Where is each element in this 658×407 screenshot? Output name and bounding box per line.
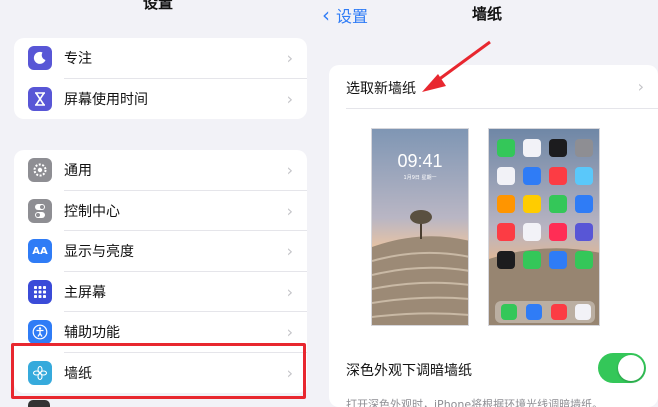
sidebar-item-general[interactable]: 通用 › <box>14 150 307 191</box>
app-icon <box>575 139 593 157</box>
lock-screen-preview[interactable]: 09:41 1月9日 星期一 <box>371 128 469 326</box>
chevron-right-icon: › <box>286 160 293 180</box>
dim-wallpaper-toggle[interactable] <box>598 353 646 383</box>
sidebar-item-label: 专注 <box>64 51 92 68</box>
wallpaper-highlight-box <box>11 343 306 399</box>
text-size-icon: AA <box>28 239 52 264</box>
app-icon <box>549 167 567 185</box>
home-screen-preview[interactable] <box>488 128 600 326</box>
grid-icon <box>28 279 52 304</box>
app-icon <box>523 139 541 157</box>
next-row-icon <box>28 400 50 407</box>
app-icon <box>575 195 593 213</box>
app-icon <box>523 251 541 269</box>
wallpaper-detail-pane: ‹ 设置 墙纸 选取新墙纸 › 09:41 1月9日 星期一 深色外观下调暗墙纸… <box>316 0 658 407</box>
settings-screen: 设置 专注 › 屏幕使用时间 › 通用 › 控制中心 › AA 显示与亮度 › … <box>0 0 658 407</box>
settings-list-pane: 设置 专注 › 屏幕使用时间 › 通用 › 控制中心 › AA 显示与亮度 › … <box>0 0 316 407</box>
gear-icon <box>28 158 52 183</box>
lock-clock: 09:41 <box>397 151 443 171</box>
chevron-right-icon: › <box>286 322 293 342</box>
app-icon <box>523 167 541 185</box>
chevron-right-icon: › <box>286 48 293 68</box>
app-icon <box>497 167 515 185</box>
app-icon <box>549 223 567 241</box>
sidebar-item-control-center[interactable]: 控制中心 › <box>14 191 307 231</box>
settings-group-focus: 专注 › 屏幕使用时间 › <box>14 38 307 119</box>
sidebar-item-display-brightness[interactable]: AA 显示与亮度 › <box>14 231 307 272</box>
app-icon <box>497 251 515 269</box>
sidebar-item-screen-time[interactable]: 屏幕使用时间 › <box>14 79 307 120</box>
page-title: 墙纸 <box>471 5 502 23</box>
toggles-icon <box>28 198 52 223</box>
moon-icon <box>28 46 52 71</box>
app-icon <box>549 195 567 213</box>
app-icon <box>497 139 515 157</box>
hourglass-icon <box>28 86 52 111</box>
wallpaper-card: 选取新墙纸 › 09:41 1月9日 星期一 深色外观下调暗墙纸 打开深色外观时… <box>329 65 658 407</box>
app-icon <box>575 223 593 241</box>
choose-new-wallpaper-label: 选取新墙纸 <box>346 81 416 97</box>
sidebar-item-label: 屏幕使用时间 <box>64 91 148 108</box>
app-icon <box>575 167 593 185</box>
sidebar-item-label: 控制中心 <box>64 203 120 220</box>
chevron-right-icon: › <box>286 282 293 302</box>
sidebar-item-label: 通用 <box>64 163 92 180</box>
row-divider <box>346 108 658 109</box>
dim-wallpaper-label: 深色外观下调暗墙纸 <box>346 363 472 379</box>
sidebar-item-focus[interactable]: 专注 › <box>14 38 307 79</box>
app-icon <box>549 251 567 269</box>
chevron-right-icon: › <box>637 77 644 96</box>
accessibility-icon <box>28 320 52 345</box>
app-icon <box>497 195 515 213</box>
chevron-right-icon: › <box>286 241 293 261</box>
sidebar-item-label: 主屏幕 <box>64 284 106 301</box>
sidebar-item-label: 显示与亮度 <box>64 244 134 261</box>
app-icon <box>523 223 541 241</box>
sidebar-item-label: 辅助功能 <box>64 325 120 342</box>
settings-title: 设置 <box>142 0 173 12</box>
app-icon <box>549 139 567 157</box>
lock-date: 1月9日 星期一 <box>403 175 437 181</box>
app-icon <box>523 195 541 213</box>
toggle-knob <box>618 355 644 381</box>
app-icon <box>575 251 593 269</box>
nav-bar: ‹ 设置 墙纸 <box>316 0 658 30</box>
chevron-right-icon: › <box>286 201 293 221</box>
choose-new-wallpaper-row[interactable]: 选取新墙纸 › <box>329 65 658 108</box>
sidebar-item-home-screen[interactable]: 主屏幕 › <box>14 272 307 312</box>
app-icon <box>497 223 515 241</box>
dim-wallpaper-footnote: 打开深色外观时，iPhone将根据环境光线调暗墙纸。 <box>346 398 604 407</box>
chevron-right-icon: › <box>286 89 293 109</box>
